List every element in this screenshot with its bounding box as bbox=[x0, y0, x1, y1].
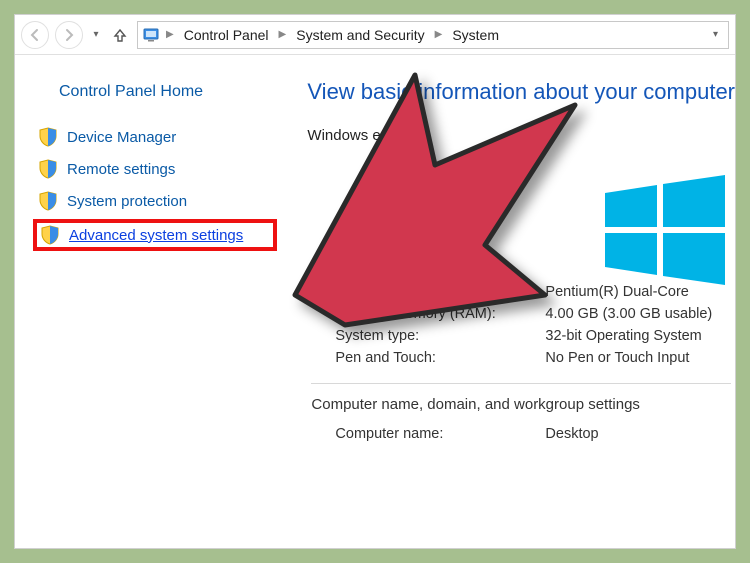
breadcrumb-separator[interactable]: ▶ bbox=[164, 29, 176, 40]
spec-value: 32-bit Operating System bbox=[545, 328, 701, 344]
sidebar-item-remote-settings[interactable]: Remote settings bbox=[33, 155, 277, 183]
sidebar: Control Panel Home Device Manager Remote… bbox=[15, 55, 287, 548]
recent-locations-dropdown[interactable]: ▾ bbox=[89, 29, 103, 40]
shield-icon bbox=[41, 225, 59, 245]
sidebar-item-label: Device Manager bbox=[67, 129, 176, 146]
shield-icon bbox=[39, 159, 57, 179]
windows-edition-label: Windows edition bbox=[307, 127, 735, 144]
shield-icon bbox=[39, 191, 57, 211]
control-panel-window: ▾ ▶ Control Panel ▶ System and Security … bbox=[14, 14, 736, 549]
address-bar[interactable]: ▶ Control Panel ▶ System and Security ▶ … bbox=[137, 21, 729, 49]
main-panel: View basic information about your comput… bbox=[287, 55, 735, 548]
spec-key: Pen and Touch: bbox=[335, 350, 545, 366]
spec-key: Processor: bbox=[335, 284, 545, 300]
breadcrumb-separator[interactable]: ▶ bbox=[277, 29, 289, 40]
spec-value: Desktop bbox=[545, 426, 598, 442]
up-button[interactable] bbox=[109, 24, 131, 46]
shield-icon bbox=[39, 127, 57, 147]
sidebar-item-label: Advanced system settings bbox=[69, 227, 243, 244]
breadcrumb-item[interactable]: System bbox=[448, 27, 503, 43]
spec-value: No Pen or Touch Input bbox=[545, 350, 689, 366]
spec-value: 4.00 GB (3.00 GB usable) bbox=[545, 306, 712, 322]
network-heading: Computer name, domain, and workgroup set… bbox=[311, 396, 735, 413]
sidebar-item-label: Remote settings bbox=[67, 161, 175, 178]
spec-row-computer-name: Computer name: Desktop bbox=[307, 423, 735, 445]
spec-key: System type: bbox=[335, 328, 545, 344]
address-dropdown[interactable]: ▾ bbox=[707, 29, 724, 40]
windows-logo bbox=[595, 175, 735, 290]
forward-button[interactable] bbox=[55, 21, 83, 49]
system-icon bbox=[142, 26, 160, 44]
spec-key: Installed memory (RAM): bbox=[335, 306, 545, 322]
breadcrumb-item[interactable]: System and Security bbox=[292, 27, 428, 43]
navigation-bar: ▾ ▶ Control Panel ▶ System and Security … bbox=[15, 15, 735, 55]
spec-key: Computer name: bbox=[335, 426, 545, 442]
page-title: View basic information about your comput… bbox=[307, 79, 735, 105]
sidebar-title[interactable]: Control Panel Home bbox=[59, 83, 277, 101]
breadcrumb-item[interactable]: Control Panel bbox=[180, 27, 273, 43]
sidebar-item-advanced-system-settings[interactable]: Advanced system settings bbox=[33, 219, 277, 251]
sidebar-item-device-manager[interactable]: Device Manager bbox=[33, 123, 277, 151]
divider bbox=[311, 383, 731, 384]
breadcrumb-separator[interactable]: ▶ bbox=[433, 29, 445, 40]
spec-row-ram: Installed memory (RAM): 4.00 GB (3.00 GB… bbox=[307, 303, 735, 325]
spec-row-type: System type: 32-bit Operating System bbox=[307, 325, 735, 347]
back-button[interactable] bbox=[21, 21, 49, 49]
sidebar-item-system-protection[interactable]: System protection bbox=[33, 187, 277, 215]
spec-row-pen-touch: Pen and Touch: No Pen or Touch Input bbox=[307, 347, 735, 369]
sidebar-item-label: System protection bbox=[67, 193, 187, 210]
